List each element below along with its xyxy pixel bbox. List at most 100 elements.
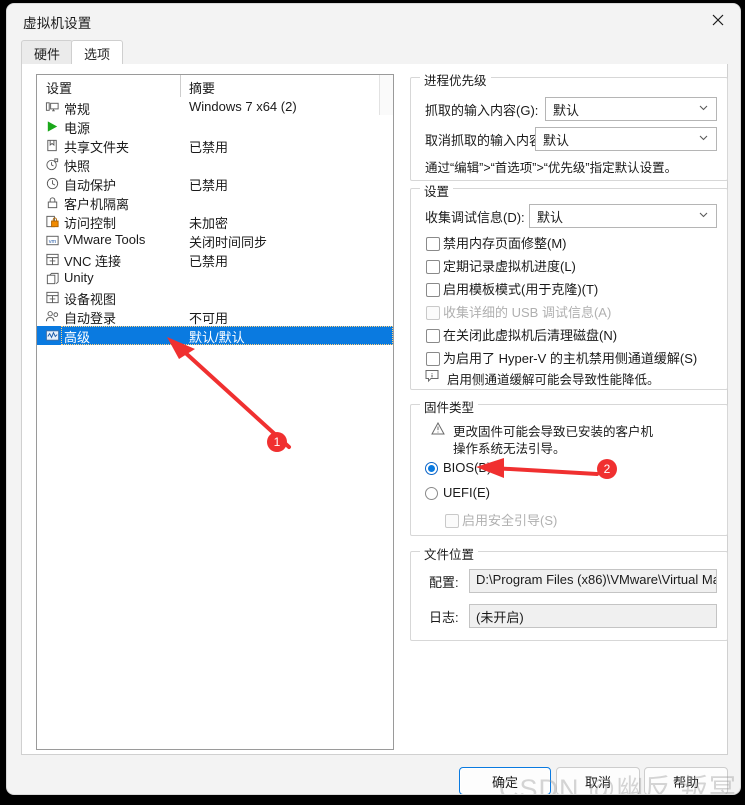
list-item-snapshot[interactable]: 快照	[37, 155, 393, 174]
checkbox-label: 禁用内存页面修整(M)	[443, 236, 567, 251]
side-channel-info-text: 启用侧通道缓解可能会导致性能降低。	[447, 373, 660, 387]
svg-text:vm: vm	[49, 239, 57, 245]
list-header: 设置 摘要	[37, 75, 393, 97]
checkbox-secure-boot	[445, 514, 459, 528]
list-item-access-control[interactable]: 访问控制 未加密	[37, 212, 393, 231]
firmware-type-group: 固件类型 更改固件可能会导致已安装的客户机 操作系统无法引导。 BIOS(B) …	[410, 397, 728, 536]
list-item-summary: 默认/默认	[189, 330, 245, 345]
list-item-summary: 未加密	[189, 216, 229, 231]
chevron-down-icon	[699, 105, 708, 111]
settings-list[interactable]: 设置 摘要 常规 Windows 7 x64 (2) 电源 共享文件夹 已禁用 …	[36, 74, 394, 750]
checkbox-label: 收集详细的 USB 调试信息(A)	[443, 305, 612, 320]
log-path-value: (未开启)	[476, 610, 524, 625]
checkbox-label: 定期记录虚拟机进度(L)	[443, 259, 576, 274]
list-item-general[interactable]: 常规 Windows 7 x64 (2)	[37, 98, 393, 117]
list-item-guest-isolation[interactable]: 客户机隔离	[37, 193, 393, 212]
radio-bios[interactable]	[425, 462, 438, 475]
clock-icon	[46, 177, 59, 190]
process-priority-group: 进程优先级 抓取的输入内容(G): 默认 取消抓取的输入内容(U): 默认 通过…	[410, 70, 728, 181]
tab-options[interactable]: 选项	[71, 40, 123, 65]
info-balloon-icon	[425, 370, 439, 383]
config-path-field[interactable]: D:\Program Files (x86)\VMware\Virtual Ma…	[469, 569, 717, 593]
list-item-label: 共享文件夹	[64, 140, 130, 155]
checkbox-template-mode[interactable]	[426, 283, 440, 297]
list-item-label: 访问控制	[64, 216, 117, 231]
radio-label-uefi: UEFI(E)	[443, 485, 490, 500]
play-icon	[47, 121, 58, 132]
group-label: 固件类型	[420, 397, 479, 416]
close-button[interactable]	[696, 4, 740, 36]
grab-input-label: 抓取的输入内容(G):	[425, 103, 539, 118]
vnc-icon	[46, 253, 59, 266]
list-item-label: 设备视图	[64, 292, 117, 307]
lock-icon	[47, 197, 58, 209]
column-divider	[180, 75, 181, 97]
list-item-autologin[interactable]: 自动登录 不可用	[37, 307, 393, 326]
close-icon	[712, 14, 724, 26]
ungrab-input-value: 默认	[543, 133, 570, 148]
tab-hardware[interactable]: 硬件	[21, 40, 73, 65]
checkbox-label: 在关闭此虚拟机后清理磁盘(N)	[443, 328, 618, 343]
column-header-summary: 摘要	[189, 81, 216, 96]
vm-settings-window: 虚拟机设置 硬件 选项 设置 摘要 常规 Windows 7 x64 (2) 电…	[6, 3, 741, 795]
list-item-label: 客户机隔离	[64, 197, 130, 212]
list-item-device-view[interactable]: 设备视图	[37, 288, 393, 307]
device-view-icon	[46, 291, 59, 304]
checkbox-usb-debug-info	[426, 306, 440, 320]
ungrab-input-dropdown[interactable]: 默认	[535, 127, 717, 151]
settings-group: 设置 收集调试信息(D): 默认 禁用内存页面修整(M) 定期记录虚拟机进度(L…	[410, 181, 728, 390]
radio-label-bios: BIOS(B)	[443, 460, 492, 475]
list-item-autoprotect[interactable]: 自动保护 已禁用	[37, 174, 393, 193]
snapshot-icon	[46, 158, 59, 171]
list-item-summary: 关闭时间同步	[189, 235, 268, 250]
checkbox-label: 启用模板模式(用于克隆)(T)	[443, 282, 599, 297]
list-item-vnc[interactable]: VNC 连接 已禁用	[37, 250, 393, 269]
file-location-group: 文件位置 配置: D:\Program Files (x86)\VMware\V…	[410, 544, 728, 641]
watermark-text: CSDN @幽反 叛冥	[499, 774, 737, 795]
checkbox-clean-disk-on-shutdown[interactable]	[426, 329, 440, 343]
advanced-icon	[45, 330, 60, 341]
list-item-label: VNC 连接	[64, 254, 122, 269]
list-item-label: Unity	[64, 270, 94, 285]
checkbox-disable-side-channel[interactable]	[426, 352, 440, 366]
list-item-label: VMware Tools	[64, 232, 146, 247]
monitor-icon	[45, 102, 59, 112]
unity-icon	[46, 272, 59, 285]
window-title: 虚拟机设置	[23, 16, 92, 31]
config-path-value: D:\Program Files (x86)\VMware\Virtual Ma…	[476, 572, 717, 587]
list-item-summary: 不可用	[189, 311, 229, 326]
tab-strip: 硬件 选项	[7, 38, 740, 65]
access-lock-icon	[46, 215, 59, 228]
vmware-tools-icon: vm	[46, 235, 59, 246]
chevron-down-icon	[699, 212, 708, 218]
folder-share-icon	[47, 139, 57, 152]
priority-note: 通过“编辑”>“首选项”>“优先级”指定默认设置。	[425, 161, 678, 175]
list-item-label: 自动登录	[64, 311, 117, 326]
debug-info-label: 收集调试信息(D):	[425, 210, 525, 225]
list-item-unity[interactable]: Unity	[37, 269, 393, 288]
list-item-label: 快照	[64, 159, 91, 174]
options-panel: 设置 摘要 常规 Windows 7 x64 (2) 电源 共享文件夹 已禁用 …	[21, 64, 728, 755]
firmware-warning-line2: 操作系统无法引导。	[453, 442, 566, 456]
group-label: 设置	[420, 181, 454, 200]
title-bar: 虚拟机设置	[7, 4, 740, 38]
annotation-badge-1: 1	[267, 432, 287, 452]
list-item-summary: 已禁用	[189, 178, 229, 193]
debug-info-dropdown[interactable]: 默认	[529, 204, 717, 228]
checkbox-log-vm-progress[interactable]	[426, 260, 440, 274]
checkbox-label: 为启用了 Hyper-V 的主机禁用侧通道缓解(S)	[443, 351, 698, 366]
log-path-label: 日志:	[429, 610, 459, 625]
list-item-label: 常规	[64, 102, 91, 117]
radio-uefi[interactable]	[425, 487, 438, 500]
list-item-shared-folders[interactable]: 共享文件夹 已禁用	[37, 136, 393, 155]
grab-input-dropdown[interactable]: 默认	[545, 97, 717, 121]
list-item-vmware-tools[interactable]: vm VMware Tools 关闭时间同步	[37, 231, 393, 250]
list-item-advanced[interactable]: 高级 默认/默认	[37, 326, 393, 345]
checkbox-label: 启用安全引导(S)	[462, 513, 558, 528]
list-item-power[interactable]: 电源	[37, 117, 393, 136]
checkbox-disable-memory-trim[interactable]	[426, 237, 440, 251]
group-label: 进程优先级	[420, 70, 491, 89]
debug-info-value: 默认	[537, 210, 564, 225]
log-path-field[interactable]: (未开启)	[469, 604, 717, 628]
chevron-down-icon	[699, 135, 708, 141]
